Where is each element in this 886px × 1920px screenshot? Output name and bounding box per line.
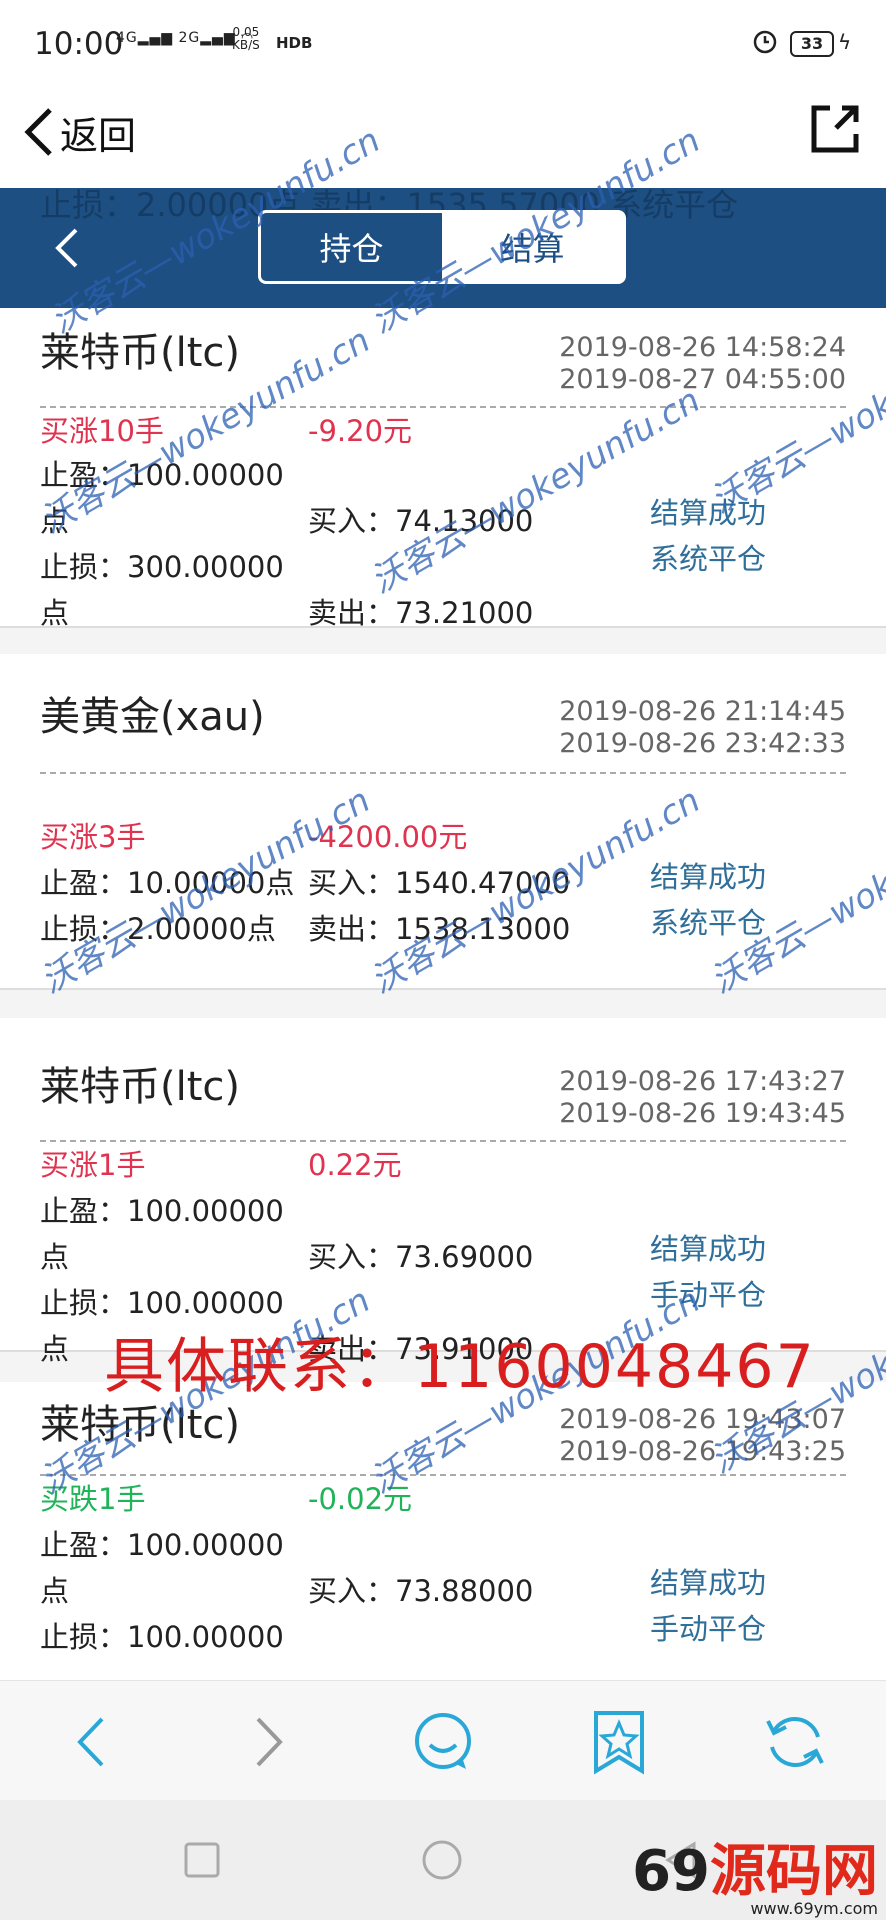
app-back-icon[interactable]	[48, 222, 88, 274]
record-stop-loss-unit: 点	[40, 596, 70, 630]
browser-back-button[interactable]: 返回	[20, 104, 136, 160]
record-close-time: 2019-08-26 23:42:33	[559, 728, 846, 759]
record-times: 2019-08-26 21:14:45 2019-08-26 23:42:33	[559, 696, 846, 760]
alarm-icon	[753, 30, 777, 54]
bookmark-star-icon[interactable]	[584, 1707, 654, 1777]
record-status: 结算成功	[650, 1566, 767, 1600]
record-card[interactable]: 莱特币(ltc) 2019-08-26 17:43:27 2019-08-26 …	[0, 1018, 886, 1366]
browser-top-bar: 返回	[0, 88, 886, 188]
record-stop-loss-unit: 点	[40, 1332, 70, 1366]
net-speed-value: 0.05	[232, 25, 260, 39]
browser-bottom-toolbar	[0, 1680, 886, 1801]
record-direction: 买涨3手	[40, 820, 146, 854]
site-logo: 69源码网 www.69ym.com	[632, 1826, 878, 1918]
record-stop-loss: 止损：100.00000	[40, 1286, 284, 1320]
recent-apps-icon[interactable]	[180, 1838, 224, 1882]
net-speed: 0.05 KB/S	[232, 26, 260, 52]
record-status: 结算成功	[650, 1232, 767, 1266]
logo-number: 69	[632, 1839, 710, 1904]
share-icon[interactable]	[808, 102, 862, 156]
back-icon[interactable]	[58, 1707, 128, 1777]
record-open-time: 2019-08-26 21:14:45	[559, 696, 846, 727]
record-times: 2019-08-26 14:58:24 2019-08-27 04:55:00	[559, 332, 846, 396]
refresh-icon[interactable]	[760, 1707, 830, 1777]
record-divider	[40, 1140, 846, 1142]
record-take-profit: 止盈：100.00000	[40, 1194, 284, 1228]
record-name: 莱特币(ltc)	[40, 1064, 240, 1110]
status-time: 10:00	[34, 26, 124, 62]
record-buy-price: 买入：73.69000	[308, 1240, 534, 1274]
record-close-time: 2019-08-26 19:43:45	[559, 1098, 846, 1129]
record-stop-loss: 止损：300.00000	[40, 550, 284, 584]
chat-icon[interactable]	[408, 1707, 478, 1777]
record-times: 2019-08-26 17:43:27 2019-08-26 19:43:45	[559, 1066, 846, 1130]
hd-indicator: HDB	[276, 34, 313, 52]
battery-icon: 33	[790, 31, 834, 57]
record-buy-price: 买入：73.88000	[308, 1574, 534, 1608]
record-profit: 0.22元	[308, 1148, 402, 1182]
back-chevron-icon	[24, 108, 52, 156]
record-name: 美黄金(xau)	[40, 694, 265, 740]
record-direction: 买涨1手	[40, 1148, 146, 1182]
record-divider	[40, 772, 846, 774]
record-close-type: 系统平仓	[650, 542, 767, 576]
logo-text: 源码网	[710, 1839, 878, 1904]
record-sell-price: 卖出：73.21000	[308, 596, 534, 630]
signal-1-label: 4G	[116, 30, 138, 46]
record-take-profit: 止盈：100.00000	[40, 1528, 284, 1562]
record-close-time: 2019-08-27 04:55:00	[559, 364, 846, 395]
record-profit: -9.20元	[308, 414, 413, 448]
record-take-profit-unit: 点	[40, 1240, 70, 1274]
forward-icon[interactable]	[232, 1707, 302, 1777]
record-stop-loss: 止损：100.00000	[40, 1620, 284, 1654]
home-circle-icon[interactable]	[420, 1838, 464, 1882]
record-close-type: 手动平仓	[650, 1612, 767, 1646]
status-bar: 10:00 4G▂▄▆ 2G▂▄▆ ◠ 0.05 KB/S HDB 33 ϟ	[0, 0, 886, 88]
charging-icon: ϟ	[838, 30, 852, 54]
record-status: 结算成功	[650, 860, 767, 894]
browser-back-label: 返回	[60, 113, 137, 158]
record-open-time: 2019-08-26 17:43:27	[559, 1066, 846, 1097]
net-speed-unit: KB/S	[232, 38, 260, 52]
record-open-time: 2019-08-26 14:58:24	[559, 332, 846, 363]
signal-2-label: 2G	[178, 30, 201, 46]
record-take-profit-unit: 点	[40, 1574, 70, 1608]
contact-overlay-text: 具体联系：1160048467	[104, 1332, 816, 1402]
